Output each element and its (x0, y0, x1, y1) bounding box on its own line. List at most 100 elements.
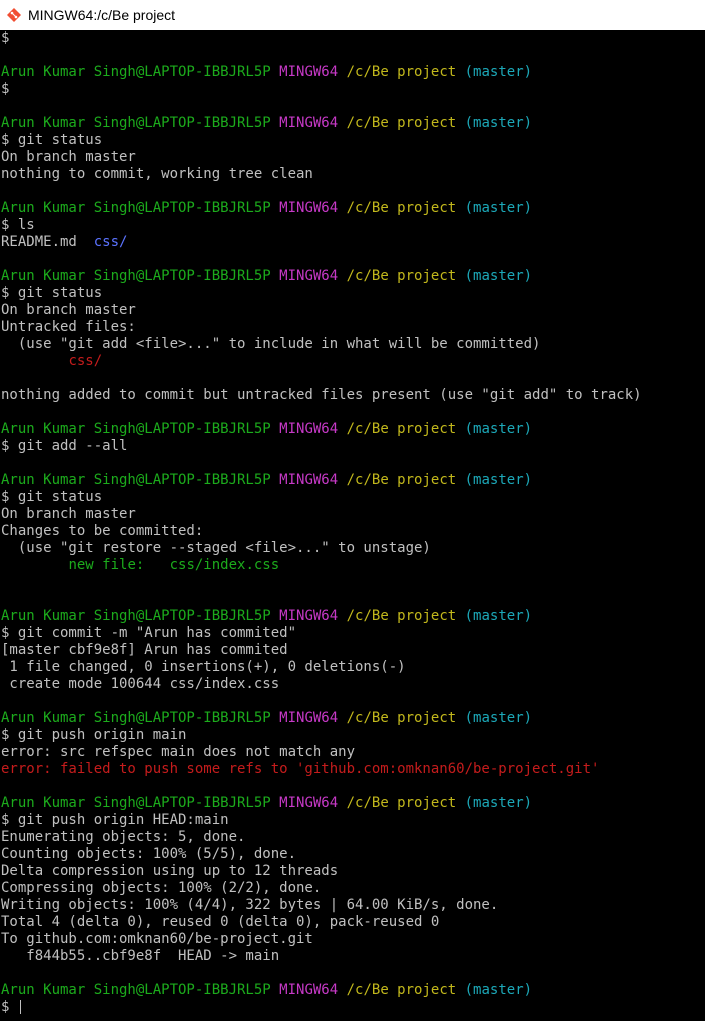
terminal-text: MINGW64 (279, 710, 339, 726)
terminal-line: Total 4 (delta 0), reused 0 (delta 0), p… (1, 914, 439, 931)
terminal-line: error: failed to push some refs to 'gith… (1, 761, 599, 778)
terminal-text: (master) (464, 421, 533, 437)
terminal-line: 1 file changed, 0 insertions(+), 0 delet… (1, 659, 406, 676)
terminal-line: $ git status (1, 489, 102, 506)
terminal-text: MINGW64 (279, 200, 339, 216)
terminal-line: (use "git add <file>..." to include in w… (1, 336, 541, 353)
terminal-text: MINGW64 (279, 982, 339, 998)
terminal-text: On branch master (1, 149, 136, 165)
terminal-line: On branch master (1, 506, 136, 523)
terminal-text: /c/Be project (346, 421, 457, 437)
terminal-text: $ git status (1, 132, 103, 148)
terminal-text: On branch master (1, 302, 136, 318)
terminal-text: (use "git restore --staged <file>..." to… (1, 540, 431, 556)
terminal-text: error: src refspec main does not match a… (1, 744, 356, 760)
terminal-line: Compressing objects: 100% (2/2), done. (1, 880, 321, 897)
terminal-text: Total 4 (delta 0), reused 0 (delta 0), p… (1, 914, 440, 930)
terminal-text: Arun Kumar Singh@LAPTOP-IBBJRL5P (1, 982, 271, 998)
terminal-text: MINGW64 (279, 608, 339, 624)
terminal-line: nothing to commit, working tree clean (1, 166, 313, 183)
terminal-text: nothing added to commit but untracked fi… (1, 387, 642, 403)
terminal-text: $ git commit -m "Arun has commited" (1, 625, 297, 641)
terminal-line: (use "git restore --staged <file>..." to… (1, 540, 431, 557)
terminal-line: $ (1, 81, 9, 98)
terminal-text: MINGW64 (279, 795, 339, 811)
terminal-text: (master) (464, 982, 533, 998)
terminal-text: (master) (464, 795, 533, 811)
terminal-text: (master) (464, 115, 533, 131)
terminal-line: Untracked files: (1, 319, 136, 336)
terminal-text: new file: css/index.css (68, 557, 280, 573)
terminal-text: f844b55..cbf9e8f HEAD -> main (1, 948, 280, 964)
terminal-line: $ (1, 999, 21, 1016)
terminal-line: new file: css/index.css (1, 557, 279, 574)
terminal-line: Arun Kumar Singh@LAPTOP-IBBJRL5P MINGW64… (1, 64, 532, 81)
terminal-text: $ git add --all (1, 438, 128, 454)
terminal-text: /c/Be project (346, 982, 457, 998)
terminal-line: Arun Kumar Singh@LAPTOP-IBBJRL5P MINGW64… (1, 268, 532, 285)
terminal-text: MINGW64 (279, 64, 339, 80)
terminal-text: Arun Kumar Singh@LAPTOP-IBBJRL5P (1, 795, 271, 811)
git-bash-icon (6, 7, 22, 23)
terminal-text: On branch master (1, 506, 136, 522)
terminal-line: $ git status (1, 285, 102, 302)
terminal-text: Arun Kumar Singh@LAPTOP-IBBJRL5P (1, 608, 271, 624)
terminal-text: To github.com:omknan60/be-project.git (1, 931, 313, 947)
terminal-text: (master) (464, 472, 533, 488)
title-bar[interactable]: MINGW64:/c/Be project (0, 0, 705, 30)
terminal-line: README.md css/ (1, 234, 127, 251)
terminal-line: Writing objects: 100% (4/4), 322 bytes |… (1, 897, 498, 914)
terminal-text: MINGW64 (279, 472, 339, 488)
terminal-line: [master cbf9e8f] Arun has commited (1, 642, 288, 659)
terminal-line: $ (1, 30, 9, 47)
terminal-line: css/ (1, 353, 102, 370)
terminal-text: /c/Be project (346, 200, 457, 216)
terminal-text: 1 file changed, 0 insertions(+), 0 delet… (1, 659, 406, 675)
terminal-text: MINGW64 (279, 421, 339, 437)
terminal-text: /c/Be project (346, 795, 457, 811)
terminal-line: To github.com:omknan60/be-project.git (1, 931, 313, 948)
terminal-text: /c/Be project (346, 472, 457, 488)
terminal-text: Arun Kumar Singh@LAPTOP-IBBJRL5P (1, 268, 271, 284)
terminal-text: nothing to commit, working tree clean (1, 166, 313, 182)
terminal-text: $ (1, 999, 18, 1015)
terminal-line: On branch master (1, 302, 136, 319)
terminal-text: /c/Be project (346, 64, 457, 80)
terminal-text: $ (1, 81, 10, 97)
terminal-text: Arun Kumar Singh@LAPTOP-IBBJRL5P (1, 115, 271, 131)
terminal-text: Enumerating objects: 5, done. (1, 829, 246, 845)
terminal-line: Arun Kumar Singh@LAPTOP-IBBJRL5P MINGW64… (1, 115, 532, 132)
terminal-text: $ git status (1, 285, 103, 301)
terminal-text: (master) (464, 710, 533, 726)
terminal-text: css/ (93, 234, 128, 250)
terminal-output[interactable]: $ Arun Kumar Singh@LAPTOP-IBBJRL5P MINGW6… (0, 30, 705, 1021)
terminal-line: Arun Kumar Singh@LAPTOP-IBBJRL5P MINGW64… (1, 472, 532, 489)
terminal-text: README.md (1, 234, 94, 250)
terminal-text: (master) (464, 64, 533, 80)
terminal-line: $ git add --all (1, 438, 127, 455)
terminal-text: /c/Be project (346, 710, 457, 726)
terminal-line: Arun Kumar Singh@LAPTOP-IBBJRL5P MINGW64… (1, 795, 532, 812)
terminal-text: /c/Be project (346, 268, 457, 284)
terminal-line: Arun Kumar Singh@LAPTOP-IBBJRL5P MINGW64… (1, 200, 532, 217)
terminal-text: error: failed to push some refs to 'gith… (1, 761, 600, 777)
terminal-line: On branch master (1, 149, 136, 166)
